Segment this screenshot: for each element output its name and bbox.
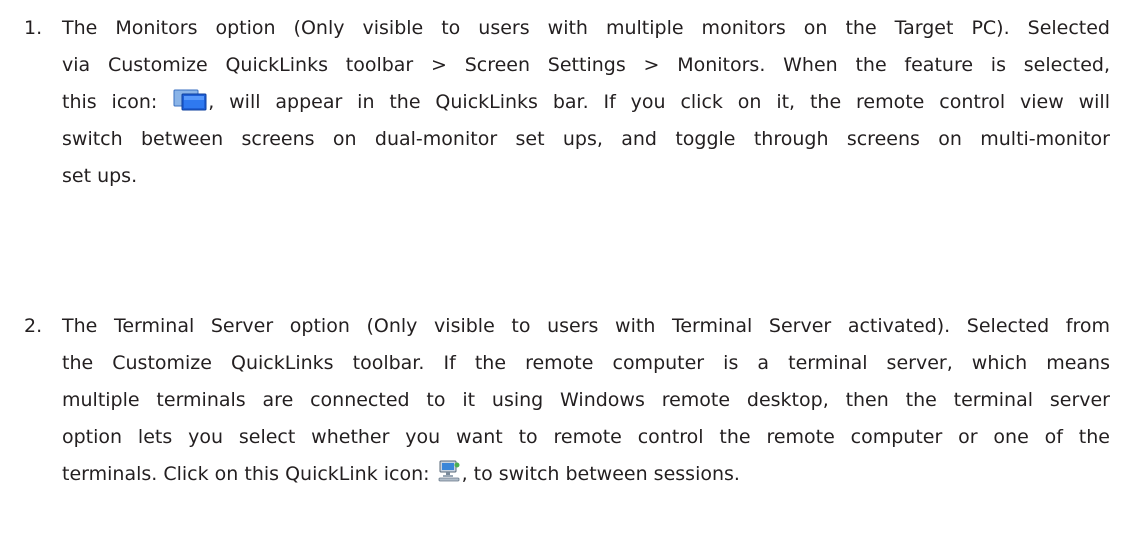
list-number: 1. — [24, 17, 43, 39]
line-text-before-icon: this icon: — [62, 91, 158, 113]
paragraph-line: the Customize QuickLinks toolbar. If the… — [62, 352, 1110, 374]
line-text-after-icon: , will appear in the QuickLinks bar. If … — [208, 91, 1110, 113]
terminal-server-icon — [437, 459, 461, 496]
paragraph-line-with-icon: terminals. Click on this QuickLink icon:… — [62, 456, 740, 496]
paragraph-line: set ups. — [62, 165, 138, 187]
monitors-icon — [173, 87, 207, 124]
line-text-after-icon: , to switch between sessions. — [461, 463, 740, 485]
paragraph-line: multiple terminals are connected to it u… — [62, 389, 1110, 411]
paragraph-line: switch between screens on dual-monitor s… — [62, 128, 1110, 150]
paragraph-line: The Terminal Server option (Only visible… — [62, 315, 1110, 337]
paragraph-line: The Monitors option (Only visible to use… — [62, 17, 1110, 39]
line-text-before-icon: terminals. Click on this QuickLink icon: — [62, 463, 430, 485]
list-number: 2. — [24, 315, 43, 337]
paragraph-line: option lets you select whether you want … — [62, 426, 1110, 448]
paragraph-line-with-icon: this icon: , will appear in the QuickLin… — [62, 84, 1110, 124]
paragraph-line: via Customize QuickLinks toolbar > Scree… — [62, 54, 1110, 76]
